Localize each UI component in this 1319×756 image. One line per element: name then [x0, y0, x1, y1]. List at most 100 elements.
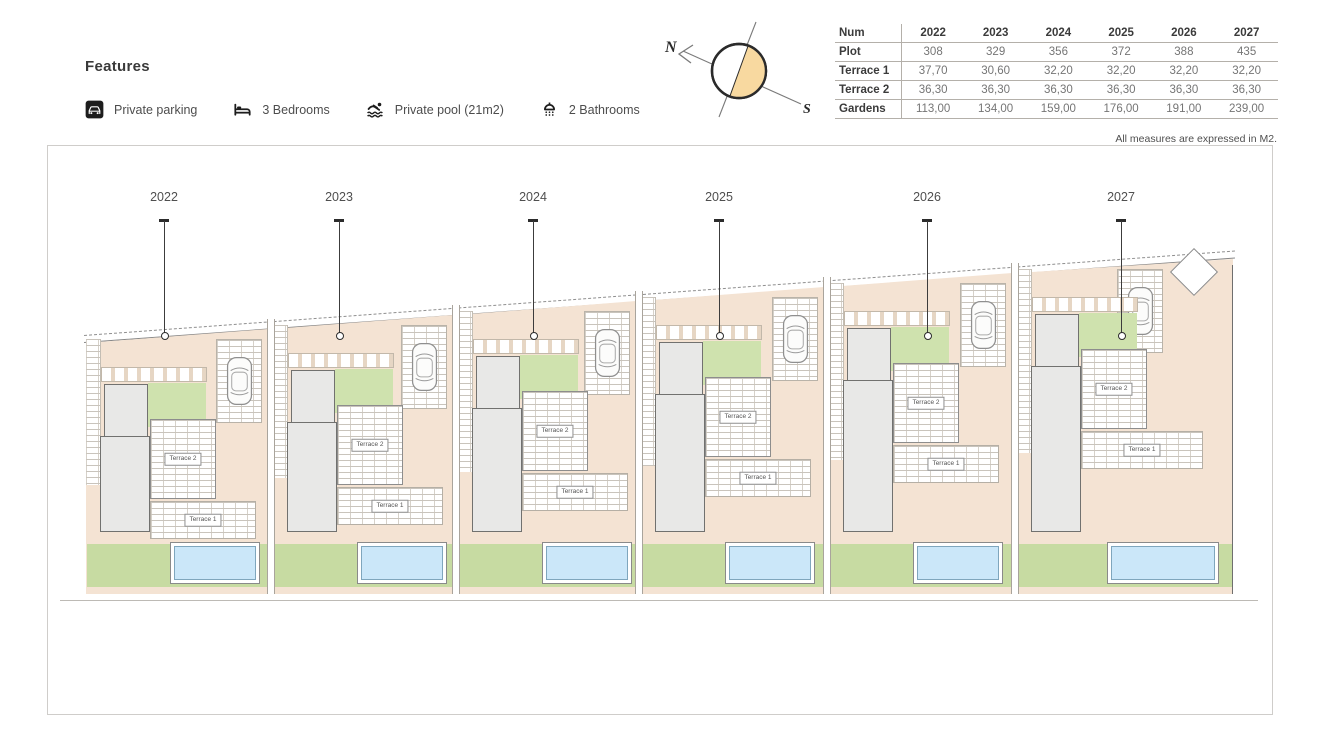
table-cell: 435	[1215, 43, 1278, 62]
feature-item: 2 Bathrooms	[540, 100, 640, 119]
north-label: N	[664, 39, 678, 56]
table-cell: 36,30	[1215, 81, 1278, 100]
feature-item: Private parking	[85, 100, 197, 119]
boundary-wall-brick	[273, 325, 288, 478]
table-cell: 36,30	[1027, 81, 1090, 100]
table-header-year: 2023	[964, 24, 1027, 43]
terrace-2-label: Terrace 2	[164, 453, 201, 466]
feature-item: Private pool (21m2)	[366, 100, 504, 119]
terrace-2-area: Terrace 2	[150, 419, 216, 499]
plot-leader-line	[164, 221, 165, 335]
terrace-1-label: Terrace 1	[184, 514, 221, 527]
table-cell: 329	[964, 43, 1027, 62]
table-cell: 356	[1027, 43, 1090, 62]
terrace-1-area: Terrace 1	[893, 445, 999, 483]
pool	[729, 546, 811, 580]
pool-icon	[366, 100, 385, 119]
table-cell: 36,30	[1090, 81, 1153, 100]
table-header-num: Num	[835, 24, 902, 43]
table-row-label: Terrace 1	[835, 62, 902, 81]
table-row-label: Plot	[835, 43, 902, 62]
feature-label: Private pool (21m2)	[395, 103, 504, 117]
table-header-year: 2024	[1027, 24, 1090, 43]
parking-icon	[85, 100, 104, 119]
table-row-label: Terrace 2	[835, 81, 902, 100]
plot-label: 2022	[150, 190, 178, 204]
page: Features Private parking3 BedroomsPrivat…	[0, 0, 1319, 756]
table-row: Terrace 236,3036,3036,3036,3036,3036,30	[835, 81, 1278, 100]
terrace-1-area: Terrace 1	[337, 487, 443, 525]
table-cell: 308	[902, 43, 965, 62]
plot-2024: Terrace 2 Terrace 1	[458, 301, 636, 594]
plot-2027: Terrace 2 Terrace 1	[1017, 259, 1233, 594]
table-cell: 36,30	[1153, 81, 1216, 100]
site-plan: Terrace 2 Terrace 1 2022 Terrace 2 Terrace 1…	[47, 145, 1273, 715]
plot-2026: Terrace 2Terrace 1	[829, 273, 1012, 594]
pool-frame	[1107, 542, 1219, 584]
boundary-wall-brick	[1017, 269, 1032, 453]
building-upper	[659, 342, 703, 396]
boundary-wall-brick	[641, 297, 656, 466]
plot-label: 2023	[325, 190, 353, 204]
bed-icon	[233, 100, 252, 119]
parking-area	[216, 339, 262, 423]
plot-leader-line	[339, 221, 340, 335]
table-cell: 388	[1153, 43, 1216, 62]
pool	[361, 546, 443, 580]
terrace-1-area: Terrace 1	[705, 459, 811, 497]
compass-rose: N S	[655, 14, 815, 122]
plot-marker	[716, 332, 724, 340]
terrace-2-label: Terrace 2	[536, 425, 573, 438]
building-lower	[100, 436, 150, 532]
feature-item: 3 Bedrooms	[233, 100, 329, 119]
plot-label: 2025	[705, 190, 733, 204]
terrace-2-label: Terrace 2	[1095, 383, 1132, 396]
pergola-slats	[473, 339, 579, 354]
plot-leader-line	[1121, 221, 1122, 335]
table-cell: 32,20	[1090, 62, 1153, 81]
plot-marker	[161, 332, 169, 340]
parking-area	[772, 297, 818, 381]
parking-icon	[85, 100, 104, 119]
table-cell: 37,70	[902, 62, 965, 81]
pergola-slats	[656, 325, 762, 340]
car-icon	[411, 342, 438, 392]
building-upper	[476, 356, 520, 410]
terrace-1-area: Terrace 1	[522, 473, 628, 511]
pool-icon	[366, 100, 385, 119]
terrace-1-area: Terrace 1	[150, 501, 256, 539]
plot-label: 2027	[1107, 190, 1135, 204]
pool-frame	[725, 542, 815, 584]
features-items: Private parking 3 Bedrooms Private pool (2…	[85, 100, 640, 119]
terrace-2-area: Terrace 2	[337, 405, 403, 485]
terrace-1-label: Terrace 1	[927, 458, 964, 471]
terrace-2-area: Terrace 2	[1081, 349, 1147, 429]
table-cell: 36,30	[902, 81, 965, 100]
plot-2025: Terrace 2Terrace 1	[641, 287, 824, 594]
measurements-table: Num202220232024202520262027Plot308329356…	[835, 24, 1278, 119]
terrace-2-area: Terrace 2	[522, 391, 588, 471]
building-lower	[472, 408, 522, 532]
terrace-1-area: Terrace 1	[1081, 431, 1203, 469]
plot-2022: Terrace 2 Terrace 1	[86, 329, 268, 594]
parking-area	[401, 325, 447, 409]
building-upper	[291, 370, 335, 424]
measurements-table-wrap: Num202220232024202520262027Plot308329356…	[835, 24, 1278, 119]
table-cell: 239,00	[1215, 100, 1278, 119]
building-lower	[655, 394, 705, 532]
table-header-year: 2027	[1215, 24, 1278, 43]
separator-wall	[635, 291, 643, 594]
plot-leader-line	[719, 221, 720, 335]
pool	[546, 546, 628, 580]
table-cell: 372	[1090, 43, 1153, 62]
boundary-wall-brick	[829, 283, 844, 460]
terrace-1-label: Terrace 1	[1123, 444, 1160, 457]
building-upper	[104, 384, 148, 438]
plot-marker	[530, 332, 538, 340]
terrace-2-label: Terrace 2	[351, 439, 388, 452]
table-cell: 36,30	[964, 81, 1027, 100]
feature-label: Private parking	[114, 103, 197, 117]
car-icon	[782, 314, 809, 364]
separator-wall	[823, 277, 831, 594]
table-cell: 32,20	[1153, 62, 1216, 81]
